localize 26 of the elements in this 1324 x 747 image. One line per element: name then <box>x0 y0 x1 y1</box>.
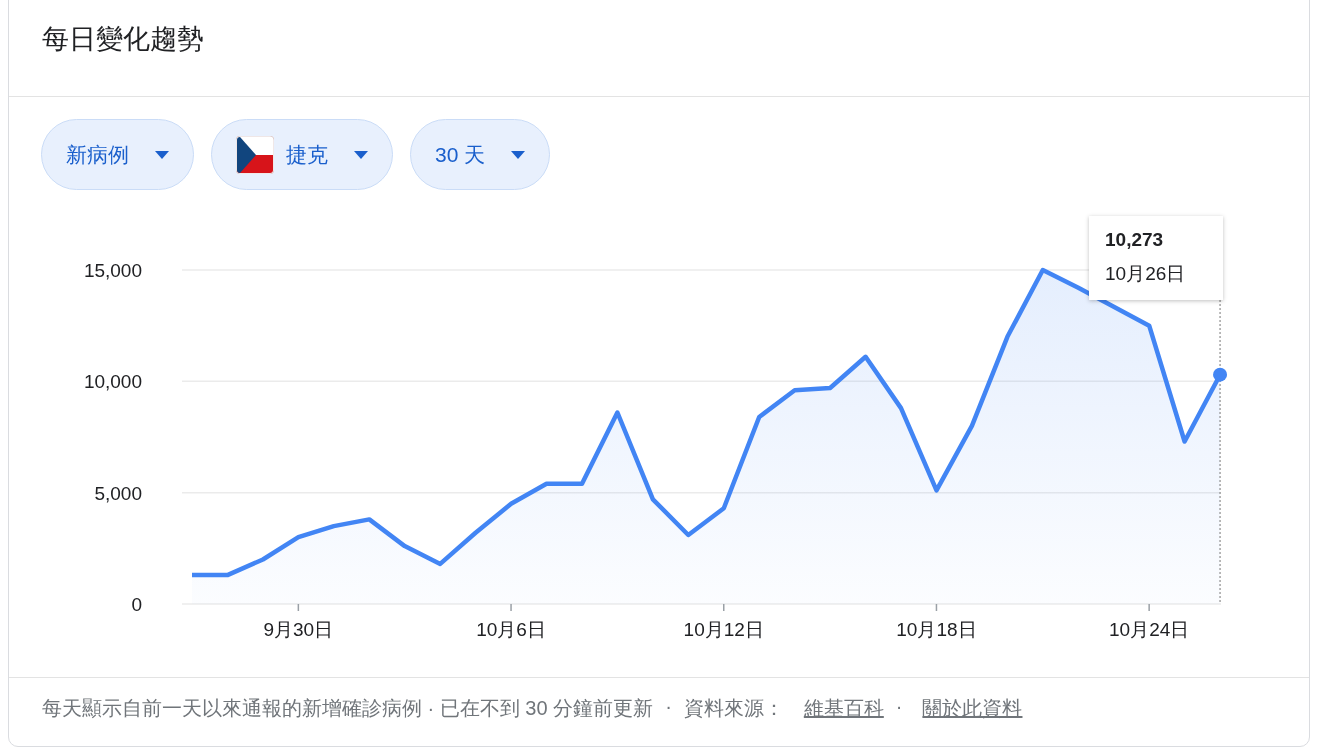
caret-icon <box>511 150 526 159</box>
footer-link[interactable]: 關於此資料 <box>922 695 1023 722</box>
x-axis-label: 9月30日 <box>263 619 334 640</box>
y-axis-label: 0 <box>131 594 142 615</box>
tooltip-date: 10月26日 <box>1105 262 1187 286</box>
x-axis-label: 10月6日 <box>476 619 546 640</box>
footer-note: 資料來源： <box>683 696 784 721</box>
separator-dot: · <box>895 695 903 719</box>
x-axis-label: 10月18日 <box>896 619 977 640</box>
y-axis-label: 10,000 <box>83 371 142 393</box>
caret-icon <box>354 150 368 159</box>
x-axis-label: 10月12日 <box>683 619 764 640</box>
y-axis-label: 15,000 <box>83 260 142 281</box>
footer-note: 每天顯示自前一天以來通報的新增確診病例 · 已在不到 30 分鐘前更新 <box>42 696 654 721</box>
filter-chip[interactable]: 30 天 <box>410 119 551 190</box>
caret-icon <box>155 150 169 159</box>
y-axis-label: 5,000 <box>94 482 142 504</box>
filter-chip[interactable]: 捷克 <box>211 119 393 190</box>
tooltip-value: 10,273 <box>1105 229 1165 251</box>
footer-link[interactable]: 維基百科 <box>803 695 884 722</box>
separator-dot: · <box>665 695 672 719</box>
flag-icon <box>236 135 274 174</box>
x-axis-label: 10月24日 <box>1109 619 1190 640</box>
card-title: 每日變化趨勢 <box>42 24 204 54</box>
filter-chip[interactable]: 新病例 <box>41 119 194 190</box>
data-point <box>1213 367 1228 382</box>
